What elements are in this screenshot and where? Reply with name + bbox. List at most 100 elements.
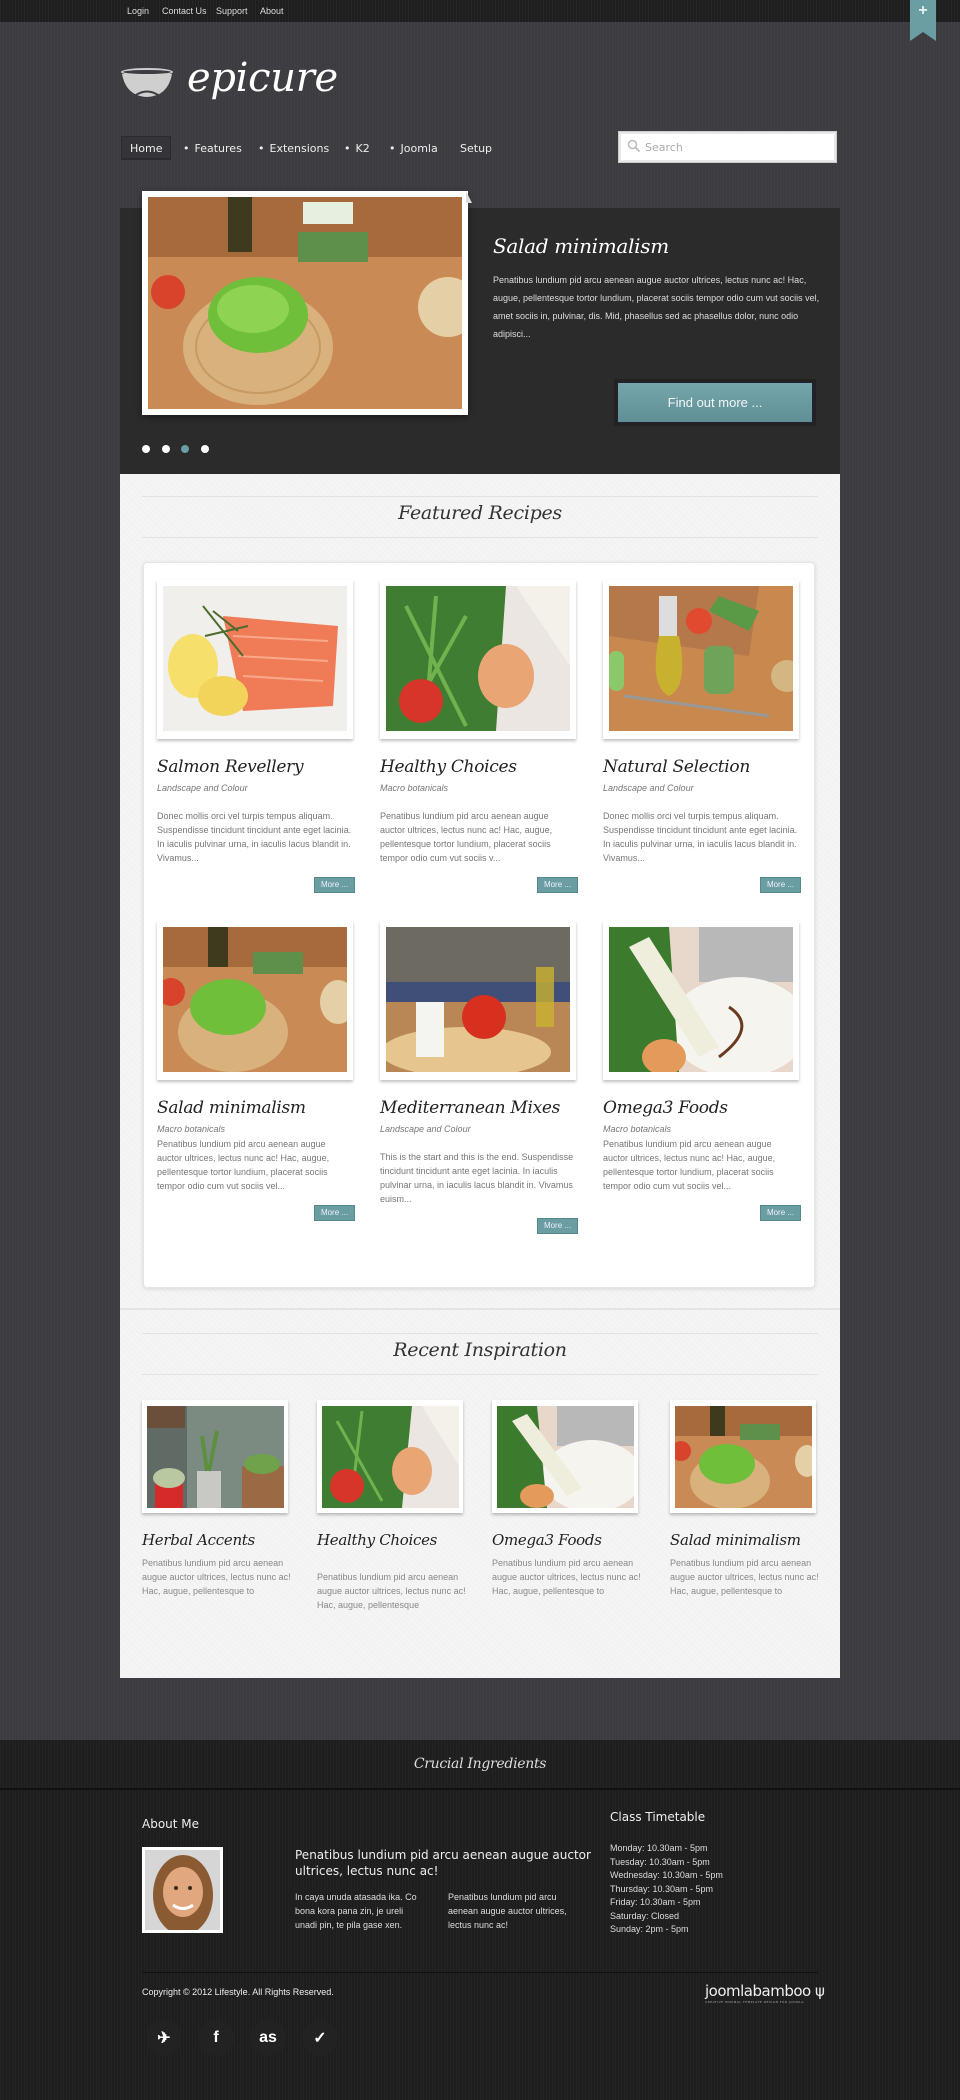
more-button[interactable]: More ... [760, 877, 801, 893]
contact-us-link[interactable]: Contact Us [162, 6, 207, 16]
nav-home[interactable]: Home [121, 136, 172, 160]
slider-dot-2[interactable] [162, 445, 170, 453]
recipe-category: Macro botanicals [157, 1124, 226, 1134]
recipe-title[interactable]: Healthy Choices [380, 757, 517, 777]
recipe-image-tomato-cheese[interactable] [386, 927, 570, 1072]
recipe-category: Landscape and Colour [380, 1124, 471, 1134]
recipe-title[interactable]: Mediterranean Mixes [380, 1098, 560, 1118]
more-button[interactable]: More ... [537, 877, 578, 893]
recipe-image-salmon[interactable] [163, 586, 347, 731]
footer-divider [0, 1788, 960, 1790]
tweetie-bird-icon[interactable]: ✓ [302, 2020, 338, 2056]
about-col-2: Penatibus lundium pid arcu aenean augue … [448, 1892, 567, 1930]
inspiration-title[interactable]: Healthy Choices [317, 1531, 437, 1549]
recipe-title[interactable]: Salmon Revellery [157, 757, 304, 777]
more-button[interactable]: More ... [760, 1205, 801, 1221]
recipe-category: Macro botanicals [380, 783, 449, 793]
facebook-icon[interactable]: f [198, 2020, 234, 2056]
nav-joomla[interactable]: • Joomla [389, 137, 438, 161]
twitter-icon[interactable]: ✈ [146, 2020, 182, 2056]
recipe-category: Macro botanicals [603, 1124, 672, 1134]
recipe-image-olive-oil[interactable] [609, 586, 793, 731]
find-out-more-button[interactable]: Find out more ... [617, 382, 813, 423]
recipe-image-salad-shrimp[interactable] [386, 586, 570, 731]
inspiration-title[interactable]: Omega3 Foods [492, 1531, 602, 1549]
nav-k2[interactable]: • K2 [344, 137, 370, 161]
support-link[interactable]: Support [216, 6, 248, 16]
inspiration-image-herb-pots[interactable] [147, 1406, 284, 1508]
recipe-image-arugula-plate[interactable] [609, 927, 793, 1072]
recipe-excerpt: Penatibus lundium pid arcu aenean augue … [603, 1139, 776, 1191]
timetable-row: Friday: 10.30am - 5pm [610, 1897, 701, 1907]
inspiration-excerpt: Penatibus lundium pid arcu aenean augue … [142, 1558, 291, 1596]
divider [142, 496, 818, 497]
timetable-row: Saturday: Closed [610, 1910, 680, 1921]
slide-image-lettuce[interactable] [148, 197, 462, 409]
search-input[interactable] [645, 132, 830, 162]
about-lead-text: Penatibus lundium pid arcu aenean augue … [295, 1848, 591, 1878]
timetable-list: Monday: 10.30am - 5pm Tuesday: 10.30am -… [610, 1842, 723, 1937]
inspiration-image-salad-shrimp[interactable] [322, 1406, 459, 1508]
search-box [618, 131, 837, 163]
copyright-text: Copyright © 2012 Lifestyle. All Rights R… [142, 1987, 334, 1997]
plus-icon: + [918, 2, 928, 19]
divider [142, 1374, 818, 1375]
inspiration-excerpt: Penatibus lundium pid arcu aenean augue … [492, 1558, 641, 1596]
slide-title: Salad minimalism [493, 234, 669, 258]
about-me-heading: About Me [142, 1817, 200, 1831]
slider-dot-1[interactable] [142, 445, 150, 453]
divider [142, 537, 818, 538]
top-bar: Login Contact Us Support About [0, 0, 960, 22]
recipe-excerpt: This is the start and this is the end. S… [380, 1152, 574, 1204]
bamboo-leaf-icon: ψ [814, 1982, 825, 2000]
timetable-row: Monday: 10.30am - 5pm [610, 1843, 708, 1853]
recipe-excerpt: Penatibus lundium pid arcu aenean augue … [380, 811, 553, 863]
nav-features[interactable]: • Features [183, 137, 242, 161]
joomlabamboo-logo[interactable]: joomlabamboo ψ CREATIVE MINIMAL TEMPLATE… [705, 1982, 825, 2004]
timetable-heading: Class Timetable [610, 1810, 706, 1824]
about-link[interactable]: About [260, 6, 284, 16]
inspiration-title[interactable]: Salad minimalism [670, 1531, 801, 1549]
recipe-title[interactable]: Omega3 Foods [603, 1098, 728, 1118]
inspiration-image-arugula-plate[interactable] [497, 1406, 634, 1508]
timetable-row: Thursday: 10.30am - 5pm [610, 1883, 714, 1894]
recipe-category: Landscape and Colour [603, 783, 694, 793]
slide-description: Penatibus lundium pid arcu aenean augue … [493, 275, 820, 339]
timetable-row: Wednesday: 10.30am - 5pm [610, 1870, 723, 1880]
site-logo[interactable]: epicure [187, 55, 338, 101]
footer-divider [142, 1972, 818, 1973]
lastfm-icon[interactable]: as [250, 2020, 286, 2056]
timetable-row: Sunday: 2pm - 5pm [610, 1924, 689, 1934]
inspiration-title[interactable]: Herbal Accents [142, 1531, 255, 1549]
timetable-row: Tuesday: 10.30am - 5pm [610, 1856, 710, 1867]
slide-frame-fold [466, 191, 472, 203]
section-divider [120, 1308, 840, 1310]
featured-recipes-heading: Featured Recipes [398, 502, 562, 524]
slider-dot-3-active[interactable] [181, 445, 189, 453]
recipe-category: Landscape and Colour [157, 783, 248, 793]
about-col-1: In caya unuda atasada ika. Co bona kora … [295, 1892, 417, 1930]
recipe-excerpt: Donec mollis orci vel turpis tempus aliq… [157, 811, 352, 863]
recipe-excerpt: Donec mollis orci vel turpis tempus aliq… [603, 811, 798, 863]
recipe-image-lettuce[interactable] [163, 927, 347, 1072]
recipe-title[interactable]: Natural Selection [603, 757, 750, 777]
avatar [142, 1847, 223, 1933]
inspiration-excerpt: Penatibus lundium pid arcu aenean augue … [317, 1572, 466, 1610]
footer-heading: Crucial Ingredients [413, 1756, 547, 1772]
more-button[interactable]: More ... [314, 1205, 355, 1221]
divider [142, 1333, 818, 1334]
more-button[interactable]: More ... [314, 877, 355, 893]
recipe-excerpt: Penatibus lundium pid arcu aenean augue … [157, 1139, 330, 1191]
recipe-title[interactable]: Salad minimalism [157, 1098, 306, 1118]
inspiration-image-lettuce[interactable] [675, 1406, 812, 1508]
nav-extensions[interactable]: • Extensions [258, 137, 329, 161]
login-link[interactable]: Login [127, 6, 149, 16]
slider-dot-4[interactable] [201, 445, 209, 453]
inspiration-excerpt: Penatibus lundium pid arcu aenean augue … [670, 1558, 819, 1596]
bowl-icon [121, 68, 173, 97]
nav-setup[interactable]: Setup [460, 137, 492, 161]
magnifier-icon [627, 139, 641, 153]
recent-inspiration-heading: Recent Inspiration [393, 1339, 567, 1361]
toggle-panel-ribbon[interactable]: + [910, 0, 936, 41]
more-button[interactable]: More ... [537, 1218, 578, 1234]
